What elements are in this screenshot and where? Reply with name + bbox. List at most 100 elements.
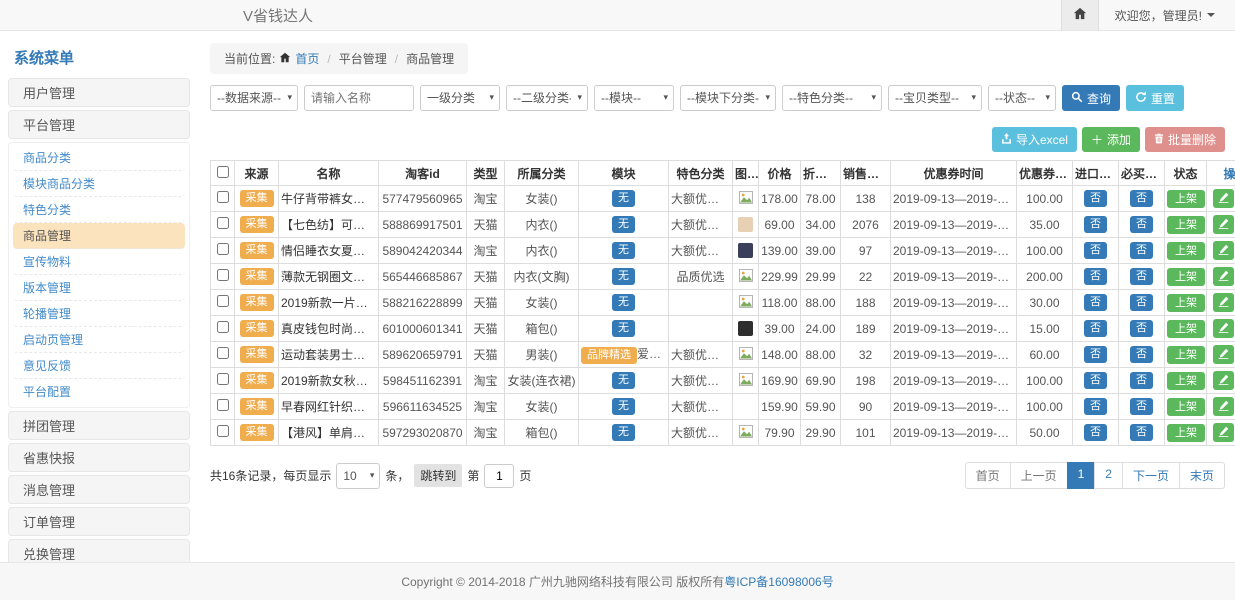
status-button[interactable]: 上架 bbox=[1167, 320, 1205, 338]
edit-button[interactable] bbox=[1213, 371, 1234, 390]
must-buy-badge[interactable]: 否 bbox=[1130, 190, 1153, 207]
sidebar-subitem-模块商品分类[interactable]: 模块商品分类 bbox=[13, 171, 185, 197]
must-buy-badge[interactable]: 否 bbox=[1130, 346, 1153, 363]
edit-button[interactable] bbox=[1213, 215, 1234, 234]
row-checkbox[interactable] bbox=[217, 217, 229, 229]
imported-badge[interactable]: 否 bbox=[1084, 268, 1107, 285]
source-badge: 采集 bbox=[240, 242, 274, 259]
status-button[interactable]: 上架 bbox=[1167, 242, 1205, 260]
pager-button-上一页[interactable]: 上一页 bbox=[1010, 462, 1068, 489]
pager-button-1[interactable]: 1 bbox=[1067, 462, 1096, 489]
reset-button[interactable]: 重置 bbox=[1126, 85, 1184, 111]
breadcrumb-prefix: 当前位置: bbox=[224, 50, 275, 67]
must-buy-badge[interactable]: 否 bbox=[1130, 216, 1153, 233]
filter-select-2[interactable]: 一级分类 bbox=[420, 85, 500, 111]
row-checkbox[interactable] bbox=[217, 191, 229, 203]
must-buy-badge[interactable]: 否 bbox=[1130, 268, 1153, 285]
sidebar-subitem-商品分类[interactable]: 商品分类 bbox=[13, 145, 185, 171]
row-checkbox[interactable] bbox=[217, 295, 229, 307]
row-checkbox[interactable] bbox=[217, 347, 229, 359]
imported-badge[interactable]: 否 bbox=[1084, 190, 1107, 207]
per-page-select[interactable]: 10 bbox=[336, 463, 380, 489]
pager-button-末页[interactable]: 末页 bbox=[1179, 462, 1225, 489]
status-button[interactable]: 上架 bbox=[1167, 190, 1205, 208]
must-buy-badge[interactable]: 否 bbox=[1130, 372, 1153, 389]
sidebar-subitem-平台配置[interactable]: 平台配置 bbox=[13, 379, 185, 405]
status-button[interactable]: 上架 bbox=[1167, 424, 1205, 442]
pager-button-首页[interactable]: 首页 bbox=[965, 462, 1011, 489]
pager-button-下一页[interactable]: 下一页 bbox=[1122, 462, 1180, 489]
edit-button[interactable] bbox=[1213, 397, 1234, 416]
row-checkbox[interactable] bbox=[217, 321, 229, 333]
row-checkbox[interactable] bbox=[217, 399, 229, 411]
row-checkbox-cell bbox=[211, 186, 235, 212]
status-button[interactable]: 上架 bbox=[1167, 346, 1205, 364]
breadcrumb-home-link[interactable]: 首页 bbox=[295, 50, 319, 67]
status-button[interactable]: 上架 bbox=[1167, 294, 1205, 312]
must-buy-badge[interactable]: 否 bbox=[1130, 320, 1153, 337]
sidebar-subitem-版本管理[interactable]: 版本管理 bbox=[13, 275, 185, 301]
name-search-input[interactable] bbox=[304, 85, 414, 111]
filter-select-8[interactable]: --状态-- bbox=[988, 85, 1056, 111]
must-buy-badge[interactable]: 否 bbox=[1130, 424, 1153, 441]
imported-badge[interactable]: 否 bbox=[1084, 216, 1107, 233]
pager-button-2[interactable]: 2 bbox=[1094, 462, 1123, 489]
icp-link[interactable]: 粤ICP备16098006号 bbox=[724, 573, 833, 590]
edit-button[interactable] bbox=[1213, 345, 1234, 364]
imported-badge[interactable]: 否 bbox=[1084, 398, 1107, 415]
sidebar-item-订单管理[interactable]: 订单管理 bbox=[8, 507, 190, 536]
imported-badge[interactable]: 否 bbox=[1084, 294, 1107, 311]
add-button[interactable]: ＋ 添加 bbox=[1082, 127, 1140, 152]
module-badge: 无 bbox=[612, 424, 635, 441]
sidebar-item-兑换管理[interactable]: 兑换管理 bbox=[8, 539, 190, 562]
filter-select-7[interactable]: --宝贝类型-- bbox=[888, 85, 982, 111]
status-button[interactable]: 上架 bbox=[1167, 398, 1205, 416]
edit-button[interactable] bbox=[1213, 189, 1234, 208]
imported-badge[interactable]: 否 bbox=[1084, 242, 1107, 259]
sidebar-subitem-启动页管理[interactable]: 启动页管理 bbox=[13, 327, 185, 353]
status-button[interactable]: 上架 bbox=[1167, 372, 1205, 390]
sidebar-item-拼团管理[interactable]: 拼团管理 bbox=[8, 411, 190, 440]
sidebar-subitem-意见反馈[interactable]: 意见反馈 bbox=[13, 353, 185, 379]
edit-button[interactable] bbox=[1213, 267, 1234, 286]
home-button[interactable] bbox=[1061, 0, 1099, 30]
batch-delete-button[interactable]: 批量删除 bbox=[1145, 127, 1225, 152]
import-excel-button[interactable]: 导入excel bbox=[992, 127, 1077, 152]
edit-button[interactable] bbox=[1213, 423, 1234, 442]
sidebar-item-省惠快报[interactable]: 省惠快报 bbox=[8, 443, 190, 472]
sidebar-item-消息管理[interactable]: 消息管理 bbox=[8, 475, 190, 504]
status-button[interactable]: 上架 bbox=[1167, 268, 1205, 286]
select-all-checkbox[interactable] bbox=[217, 166, 229, 178]
must-buy-badge[interactable]: 否 bbox=[1130, 294, 1153, 311]
sidebar-subitem-特色分类[interactable]: 特色分类 bbox=[13, 197, 185, 223]
user-menu[interactable]: 欢迎您，管理员! bbox=[1115, 7, 1215, 24]
row-checkbox[interactable] bbox=[217, 243, 229, 255]
row-checkbox[interactable] bbox=[217, 425, 229, 437]
edit-button[interactable] bbox=[1213, 241, 1234, 260]
page-number-input[interactable] bbox=[484, 464, 514, 488]
edit-button[interactable] bbox=[1213, 293, 1234, 312]
imported-badge[interactable]: 否 bbox=[1084, 320, 1107, 337]
imported-badge[interactable]: 否 bbox=[1084, 346, 1107, 363]
row-checkbox[interactable] bbox=[217, 373, 229, 385]
sidebar-subitem-宣传物料[interactable]: 宣传物料 bbox=[13, 249, 185, 275]
sidebar-item-用户管理[interactable]: 用户管理 bbox=[8, 78, 190, 107]
query-button[interactable]: 查询 bbox=[1062, 85, 1120, 111]
filter-select-3[interactable]: --二级分类-- bbox=[506, 85, 588, 111]
category-cell: 内衣() bbox=[505, 212, 579, 238]
must-buy-badge[interactable]: 否 bbox=[1130, 398, 1153, 415]
filter-select-4[interactable]: --模块-- bbox=[594, 85, 674, 111]
sidebar-subitem-商品管理[interactable]: 商品管理 bbox=[13, 223, 185, 249]
imported-badge[interactable]: 否 bbox=[1084, 424, 1107, 441]
status-button[interactable]: 上架 bbox=[1167, 216, 1205, 234]
must-buy-badge[interactable]: 否 bbox=[1130, 242, 1153, 259]
sidebar-subitem-轮播管理[interactable]: 轮播管理 bbox=[13, 301, 185, 327]
jump-button[interactable]: 跳转到 bbox=[414, 464, 462, 487]
filter-select-0[interactable]: --数据来源-- bbox=[210, 85, 298, 111]
filter-select-6[interactable]: --特色分类-- bbox=[782, 85, 882, 111]
filter-select-5[interactable]: --模块下分类-- bbox=[680, 85, 776, 111]
imported-badge[interactable]: 否 bbox=[1084, 372, 1107, 389]
sidebar-item-平台管理[interactable]: 平台管理 bbox=[8, 110, 190, 139]
edit-button[interactable] bbox=[1213, 319, 1234, 338]
row-checkbox[interactable] bbox=[217, 269, 229, 281]
